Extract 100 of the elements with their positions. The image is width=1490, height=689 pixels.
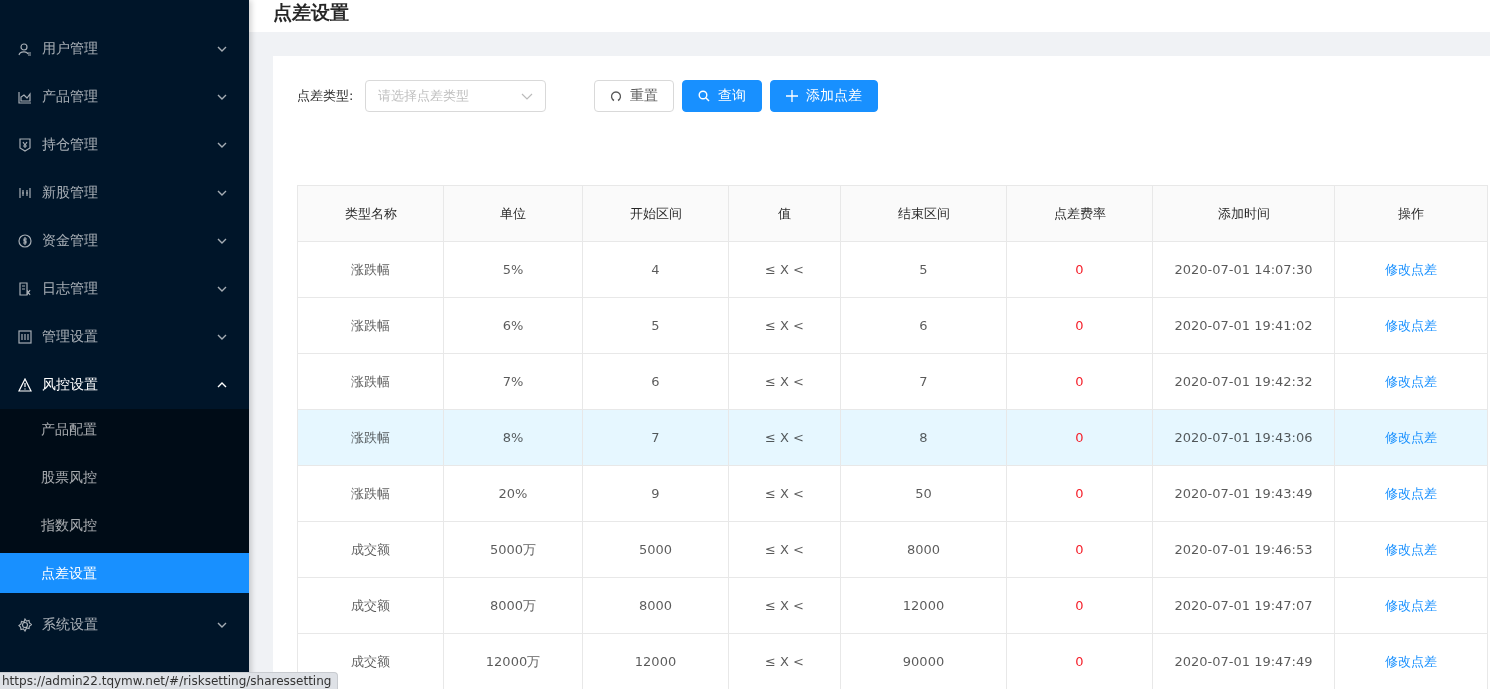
table-cell: 成交额 [351, 541, 390, 557]
menu-item[interactable]: 系统设置 [0, 601, 249, 649]
table-cell: 50 [915, 486, 932, 501]
menu-item[interactable]: 风控设置 [0, 361, 249, 409]
reset-button[interactable]: 重置 [594, 80, 675, 112]
menu-icon [18, 90, 32, 104]
table-cell: ≤ X < [765, 262, 804, 277]
table-cell: 0 [1075, 262, 1084, 277]
menu-icon [18, 234, 32, 248]
table-cell: 2020-07-01 19:41:02 [1174, 318, 1313, 333]
column-header: 类型名称 [297, 185, 444, 242]
table-cell: 0 [1075, 430, 1084, 445]
chevron-down-icon [217, 334, 227, 340]
table-cell: 2020-07-01 19:43:49 [1174, 486, 1313, 501]
table-cell: 0 [1075, 374, 1084, 389]
table-cell: 5000万 [489, 541, 537, 557]
table-cell: 20% [498, 486, 528, 501]
table-cell: 8% [502, 430, 524, 445]
table-cell: 5% [502, 262, 524, 277]
table-cell: 2020-07-01 19:42:32 [1174, 374, 1313, 389]
table-cell: ≤ X < [765, 654, 804, 669]
table-cell: 0 [1075, 598, 1084, 613]
table-cell: 6 [651, 374, 660, 389]
table-cell: 0 [1075, 542, 1084, 557]
column-header: 开始区间 [582, 185, 729, 242]
table-cell: 2020-07-01 14:07:30 [1174, 262, 1313, 277]
table-cell: 涨跌幅 [351, 317, 390, 333]
chevron-down-icon [521, 92, 534, 100]
table-cell: 2020-07-01 19:47:49 [1174, 654, 1313, 669]
column-header: 结束区间 [840, 185, 1007, 242]
chevron-down-icon [217, 94, 227, 100]
chevron-down-icon [217, 142, 227, 148]
table-cell: 5 [651, 318, 660, 333]
table-cell: 涨跌幅 [351, 373, 390, 389]
table-cell: 成交额 [351, 597, 390, 613]
chevron-down-icon [217, 190, 227, 196]
table-cell: 成交额 [351, 653, 390, 669]
chevron-down-icon [217, 238, 227, 244]
table-cell: 12000 [634, 654, 677, 669]
menu-icon [18, 618, 32, 632]
menu-icon [18, 186, 32, 200]
table-cell: 涨跌幅 [351, 485, 390, 501]
refresh-icon [610, 90, 623, 102]
table-cell: 涨跌幅 [351, 429, 390, 445]
menu-icon [18, 330, 32, 344]
filter-label: 点差类型: [297, 87, 354, 105]
table-cell: 9 [651, 486, 660, 501]
table-cell: 8 [919, 430, 928, 445]
submenu-item[interactable]: 指数风控 [0, 505, 249, 545]
table-cell: 2020-07-01 19:46:53 [1174, 542, 1313, 557]
table-cell: 6% [502, 318, 524, 333]
table-cell: 8000 [906, 542, 941, 557]
table-cell: 7% [502, 374, 524, 389]
chevron-down-icon [217, 622, 227, 628]
table-cell: 5000 [638, 542, 673, 557]
chevron-up-icon [217, 382, 227, 388]
table-cell: 7 [919, 374, 928, 389]
menu-item[interactable]: 新股管理 [0, 169, 249, 217]
table-cell: 12000万 [485, 653, 541, 669]
menu-item[interactable]: 日志管理 [0, 265, 249, 313]
table-cell: 7 [651, 430, 660, 445]
menu-item[interactable]: 持仓管理 [0, 121, 249, 169]
table-cell: 2020-07-01 19:43:06 [1174, 430, 1313, 445]
table-cell: 8000 [638, 598, 673, 613]
table-cell: 0 [1075, 486, 1084, 501]
menu-icon [18, 138, 32, 152]
menu-icon [18, 42, 32, 56]
table-cell: 90000 [902, 654, 945, 669]
search-icon [698, 90, 711, 102]
menu-item[interactable]: 用户管理 [0, 25, 249, 73]
table-cell: ≤ X < [765, 430, 804, 445]
table-cell: 12000 [902, 598, 945, 613]
status-url: https://admin22.tqymw.net/#/risksetting/sharessetting [0, 672, 339, 689]
plus-icon [786, 90, 799, 102]
table-cell: 0 [1075, 318, 1084, 333]
submenu-item[interactable]: 股票风控 [0, 457, 249, 497]
column-header: 操作 [1334, 185, 1488, 242]
table-cell: ≤ X < [765, 598, 804, 613]
menu-item[interactable]: 产品管理 [0, 73, 249, 121]
column-header: 值 [728, 185, 841, 242]
table-cell: 4 [651, 262, 660, 277]
table-cell: ≤ X < [765, 374, 804, 389]
table-cell: 0 [1075, 654, 1084, 669]
table-cell: ≤ X < [765, 486, 804, 501]
chevron-down-icon [217, 286, 227, 292]
menu-icon [18, 378, 32, 392]
table-cell: ≤ X < [765, 318, 804, 333]
column-header: 点差费率 [1006, 185, 1153, 242]
table-cell: 8000万 [489, 597, 537, 613]
menu-item[interactable]: 资金管理 [0, 217, 249, 265]
table-cell: 涨跌幅 [351, 261, 390, 277]
column-header: 单位 [443, 185, 583, 242]
submenu-item[interactable]: 产品配置 [0, 409, 249, 449]
table-cell: 5 [919, 262, 928, 277]
table-cell: ≤ X < [765, 542, 804, 557]
menu-item[interactable]: 管理设置 [0, 313, 249, 361]
page-title: 点差设置 [273, 0, 349, 25]
menu-icon [18, 282, 32, 296]
column-header: 添加时间 [1152, 185, 1335, 242]
table-cell: 6 [919, 318, 928, 333]
